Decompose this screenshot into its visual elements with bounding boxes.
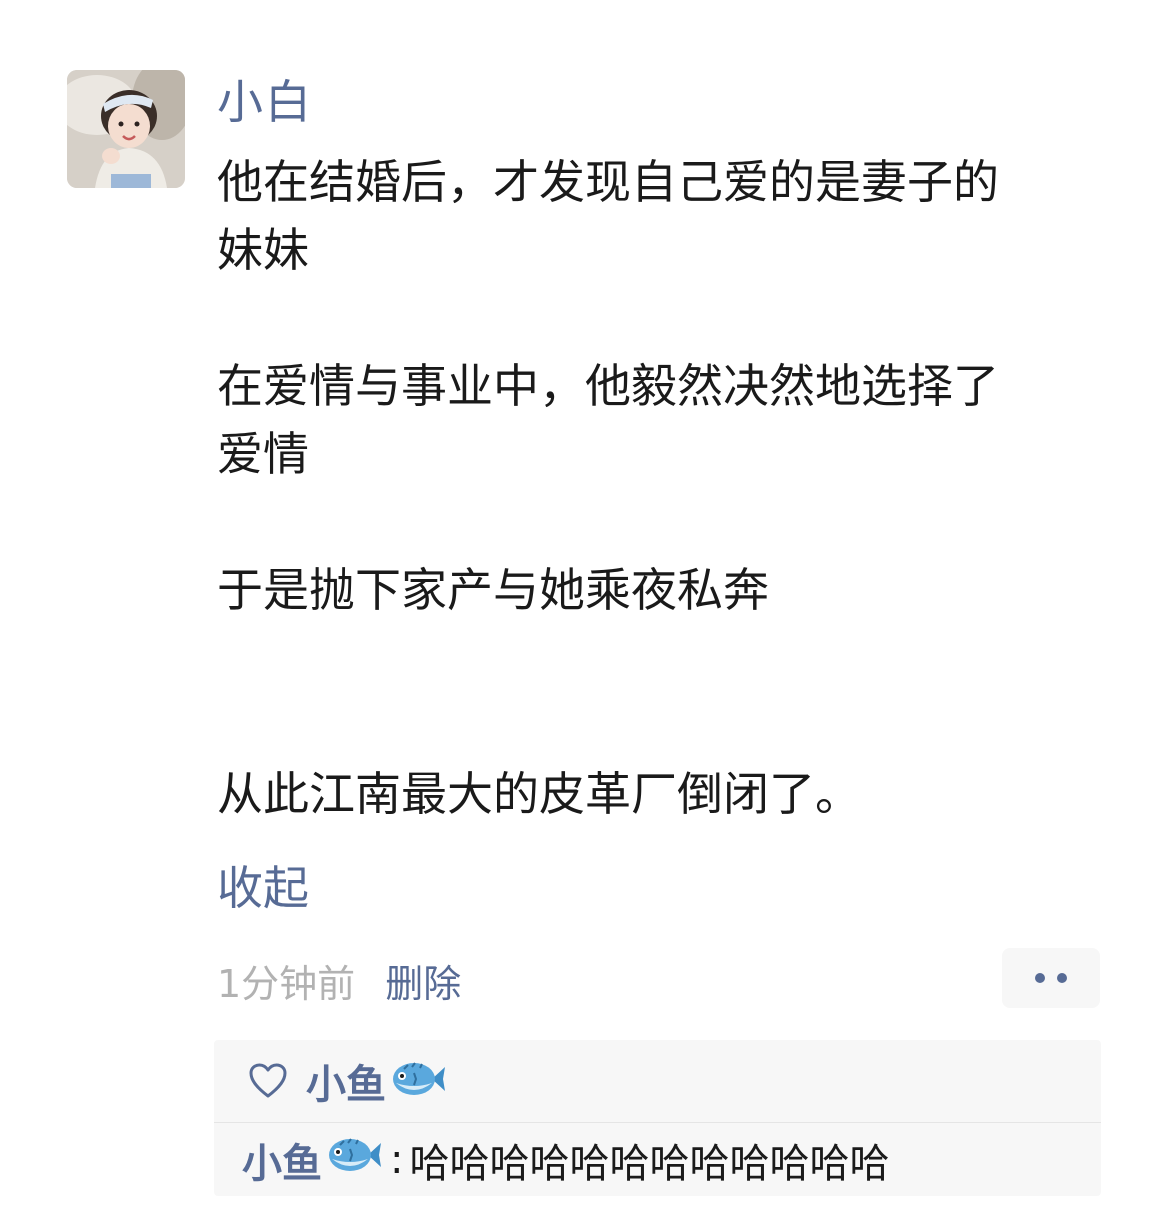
blowfish-emoji-icon xyxy=(326,1135,382,1185)
avatar[interactable] xyxy=(67,70,185,188)
post-timestamp: 1分钟前 xyxy=(217,961,356,1006)
post-line: 在爱情与事业中，他毅然决然地选择了 xyxy=(217,359,999,413)
comment-separator: : xyxy=(390,1137,404,1183)
blowfish-emoji-icon xyxy=(390,1059,446,1103)
comment-author[interactable]: 小鱼 xyxy=(242,1131,322,1189)
interaction-panel: 小鱼 小鱼 : 哈哈哈哈哈哈哈哈哈哈哈哈 xyxy=(214,1040,1101,1196)
more-button[interactable] xyxy=(1002,948,1100,1008)
heart-icon xyxy=(246,1059,290,1103)
post-line: 妹妹 xyxy=(217,223,309,277)
post-paragraph: 从此江南最大的皮革厂倒闭了。 xyxy=(217,760,1117,828)
likes-row: 小鱼 xyxy=(214,1040,1101,1122)
post-line: 他在结婚后，才发现自己爱的是妻子的 xyxy=(217,155,999,209)
post-paragraph: 他在结婚后，才发现自己爱的是妻子的 妹妹 xyxy=(217,148,1117,284)
comment-text[interactable]: 哈哈哈哈哈哈哈哈哈哈哈哈 xyxy=(409,1131,889,1189)
post-meta: 1分钟前 删除 xyxy=(217,952,461,1008)
post-paragraph: 在爱情与事业中，他毅然决然地选择了 爱情 xyxy=(217,352,1117,488)
more-dots-icon xyxy=(1035,973,1045,983)
delete-link[interactable]: 删除 xyxy=(385,953,461,1008)
more-dots-icon xyxy=(1057,973,1067,983)
collapse-link[interactable]: 收起 xyxy=(217,856,309,920)
comment-item: 小鱼 : 哈哈哈哈哈哈哈哈哈哈哈哈 xyxy=(242,1124,889,1196)
post-author[interactable]: 小白 xyxy=(217,70,313,134)
divider xyxy=(214,1122,1101,1123)
like-user-name[interactable]: 小鱼 xyxy=(306,1052,386,1110)
post-paragraph: 于是抛下家产与她乘夜私奔 xyxy=(217,556,1117,624)
post-line: 于是抛下家产与她乘夜私奔 xyxy=(217,563,769,617)
avatar-image xyxy=(67,70,185,188)
post-line: 爱情 xyxy=(217,427,309,481)
post-content: 他在结婚后，才发现自己爱的是妻子的 妹妹 在爱情与事业中，他毅然决然地选择了 爱… xyxy=(217,148,1117,828)
post-line: 从此江南最大的皮革厂倒闭了。 xyxy=(217,767,861,821)
